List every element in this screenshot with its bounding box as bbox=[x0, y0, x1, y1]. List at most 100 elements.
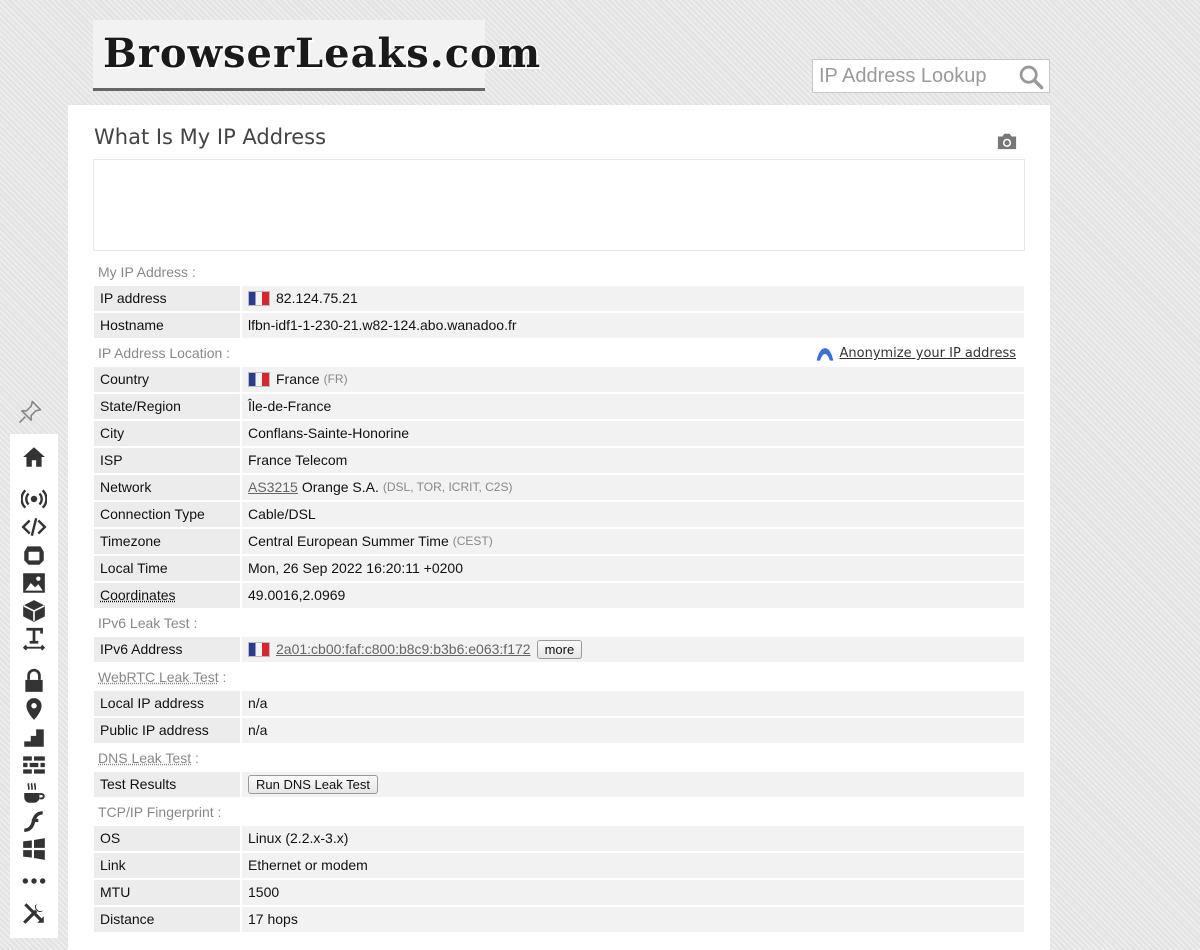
sidebar-item-ssl[interactable] bbox=[19, 668, 49, 694]
isp-value: France Telecom bbox=[242, 448, 1024, 473]
local-time-value: Mon, 26 Sep 2022 16:20:11 +0200 bbox=[242, 556, 1024, 581]
more-icon bbox=[22, 878, 46, 884]
row-label: IP address bbox=[94, 286, 240, 311]
sidebar-item-3d[interactable] bbox=[19, 598, 49, 624]
row-label: Hostname bbox=[94, 313, 240, 338]
row-value: Run DNS Leak Test bbox=[242, 772, 1024, 797]
sidebar-nav bbox=[10, 434, 58, 938]
row-label: Public IP address bbox=[94, 718, 240, 743]
run-dns-leak-test-button[interactable]: Run DNS Leak Test bbox=[248, 775, 378, 794]
ip-lookup-search bbox=[812, 59, 1050, 93]
coordinates-value: 49.0016,2.0969 bbox=[242, 583, 1024, 608]
section-colon: : bbox=[218, 669, 227, 685]
anonymize-link[interactable]: Anonymize your IP address bbox=[815, 340, 1017, 367]
row-label: Network bbox=[94, 475, 240, 500]
section-webrtc: WebRTC Leak Test : bbox=[94, 664, 1024, 691]
box-icon bbox=[23, 600, 45, 622]
flash-icon bbox=[24, 811, 43, 832]
mtu-value: 1500 bbox=[242, 880, 1024, 905]
row-link: Link Ethernet or modem bbox=[94, 853, 1024, 878]
ip-lookup-input[interactable] bbox=[813, 60, 1013, 92]
row-public-ip: Public IP address n/a bbox=[94, 718, 1024, 743]
pin-icon[interactable] bbox=[16, 398, 44, 426]
country-code: (FR) bbox=[323, 372, 348, 386]
section-my-ip: My IP Address : bbox=[94, 259, 1024, 286]
site-logo[interactable]: BrowserLeaks.com bbox=[93, 20, 540, 91]
row-label: IPv6 Address bbox=[94, 637, 240, 662]
sidebar-item-home[interactable] bbox=[19, 444, 49, 470]
coordinates-link[interactable]: Coordinates bbox=[100, 587, 176, 603]
row-connection-type: Connection Type Cable/DSL bbox=[94, 502, 1024, 527]
stairs-icon bbox=[24, 729, 44, 747]
camera-icon[interactable] bbox=[996, 131, 1018, 151]
section-label: TCP/IP Fingerprint : bbox=[98, 804, 222, 820]
sidebar-item-firewall[interactable] bbox=[19, 752, 49, 778]
sidebar-item-geo[interactable] bbox=[19, 696, 49, 722]
code-icon bbox=[21, 518, 47, 536]
country-value: France bbox=[276, 371, 320, 387]
section-ipv6: IPv6 Leak Test : bbox=[94, 610, 1024, 637]
row-dns-results: Test Results Run DNS Leak Test bbox=[94, 772, 1024, 797]
section-colon: : bbox=[191, 750, 199, 766]
row-label: Local IP address bbox=[94, 691, 240, 716]
sidebar-item-flash[interactable] bbox=[19, 808, 49, 834]
webgl-icon bbox=[24, 546, 44, 565]
row-value: France (FR) bbox=[242, 367, 1024, 392]
home-icon bbox=[23, 447, 45, 467]
row-label: Coordinates bbox=[94, 583, 240, 608]
row-label: Connection Type bbox=[94, 502, 240, 527]
sidebar-item-javascript[interactable] bbox=[19, 514, 49, 540]
row-value: 82.124.75.21 bbox=[242, 286, 1024, 311]
asn-link[interactable]: AS3215 bbox=[248, 475, 298, 500]
row-label: Local Time bbox=[94, 556, 240, 581]
connection-type-value: Cable/DSL bbox=[242, 502, 1024, 527]
row-coordinates: Coordinates 49.0016,2.0969 bbox=[94, 583, 1024, 608]
section-label: My IP Address : bbox=[98, 264, 196, 280]
row-label: Distance bbox=[94, 907, 240, 932]
row-os: OS Linux (2.2.x-3.x) bbox=[94, 826, 1024, 851]
sidebar-item-webgl[interactable] bbox=[19, 542, 49, 568]
row-mtu: MTU 1500 bbox=[94, 880, 1024, 905]
main-panel: What Is My IP Address My IP Address : IP… bbox=[68, 105, 1050, 950]
more-button[interactable]: more bbox=[536, 640, 583, 659]
webrtc-leak-test-link[interactable]: WebRTC Leak Test bbox=[98, 664, 219, 691]
section-dns: DNS Leak Test : bbox=[94, 745, 1024, 772]
coffee-icon bbox=[24, 782, 45, 803]
ipv6-address-link[interactable]: 2a01:cb00:faf:c800:b8c9:b3b6:e063:f172 bbox=[276, 637, 531, 662]
vpn-logo-icon bbox=[816, 347, 833, 361]
row-label: City bbox=[94, 421, 240, 446]
dns-leak-test-link[interactable]: DNS Leak Test bbox=[98, 745, 191, 772]
row-label: Link bbox=[94, 853, 240, 878]
wall-icon bbox=[23, 756, 45, 774]
anonymize-label: Anonymize your IP address bbox=[839, 346, 1017, 361]
sidebar-item-tools[interactable] bbox=[19, 900, 49, 926]
logo-text: BrowserLeaks.com bbox=[93, 20, 540, 91]
link-value: Ethernet or modem bbox=[242, 853, 1024, 878]
sidebar-item-silverlight[interactable] bbox=[19, 836, 49, 862]
network-name: Orange S.A. bbox=[301, 479, 379, 495]
row-isp: ISP France Telecom bbox=[94, 448, 1024, 473]
row-local-time: Local Time Mon, 26 Sep 2022 16:20:11 +02… bbox=[94, 556, 1024, 581]
row-ipv6-address: IPv6 Address 2a01:cb00:faf:c800:b8c9:b3b… bbox=[94, 637, 1024, 662]
row-timezone: Timezone Central European Summer Time (C… bbox=[94, 529, 1024, 554]
sidebar-item-java[interactable] bbox=[19, 780, 49, 806]
lock-icon bbox=[25, 668, 43, 692]
sidebar-item-canvas[interactable] bbox=[19, 570, 49, 596]
row-value: Central European Summer Time (CEST) bbox=[242, 529, 1024, 554]
public-ip-value: n/a bbox=[242, 718, 1024, 743]
row-network: Network AS3215 Orange S.A. (DSL, TOR, IC… bbox=[94, 475, 1024, 500]
sidebar-item-features[interactable] bbox=[19, 724, 49, 750]
broadcast-icon bbox=[21, 489, 47, 509]
france-flag-icon bbox=[248, 642, 270, 657]
row-country: Country France (FR) bbox=[94, 367, 1024, 392]
location-icon bbox=[26, 698, 42, 720]
search-icon[interactable] bbox=[1017, 63, 1045, 91]
row-label: OS bbox=[94, 826, 240, 851]
distance-value: 17 hops bbox=[242, 907, 1024, 932]
row-value: AS3215 Orange S.A. (DSL, TOR, ICRIT, C2S… bbox=[242, 475, 1024, 500]
sidebar-item-webrtc[interactable] bbox=[19, 486, 49, 512]
sidebar-item-more[interactable] bbox=[19, 868, 49, 894]
row-label: Country bbox=[94, 367, 240, 392]
sidebar-item-fonts[interactable] bbox=[19, 626, 49, 652]
row-label: Test Results bbox=[94, 772, 240, 797]
